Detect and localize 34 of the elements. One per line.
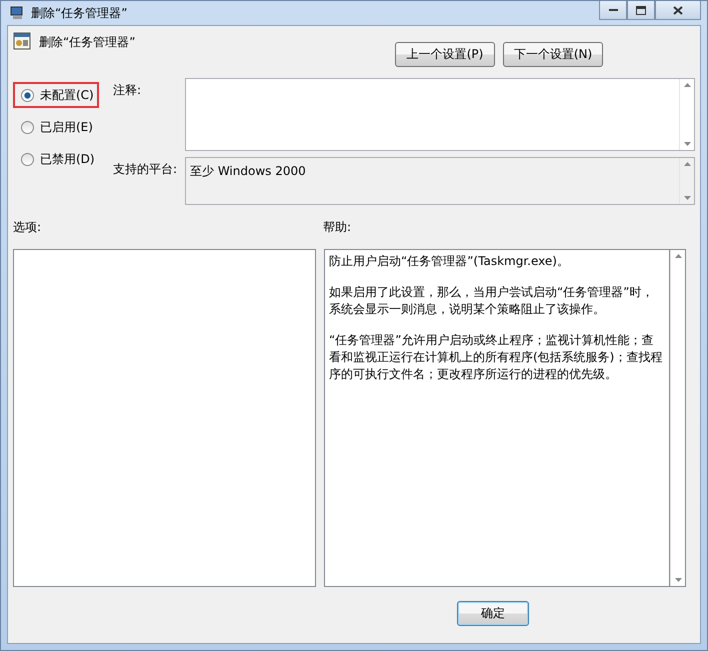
policy-icon [13,32,31,50]
platform-text: 至少 Windows 2000 [189,163,307,180]
radio-option[interactable]: 已禁用(D) [13,146,99,172]
help-paragraph: 如果启用了此设置，那么，当用户尝试启动“任务管理器”时，系统会显示一则消息，说明某个策略阻止了该操作。 [329,284,654,318]
close-icon [673,6,683,14]
help-paragraph: “任务管理器”允许用户启动或终止程序；监视计算机性能；查看和监视正运行在计算机上的所有程序(包括系统服务)；查找程序的可执行文件名；更改程序所运行的进程的优先级。 [329,332,664,383]
scroll-up-icon[interactable] [684,162,690,166]
close-button[interactable] [655,1,701,20]
radio-button[interactable] [21,88,34,102]
radio-option[interactable]: 已启用(E) [13,114,99,140]
minimize-icon [608,8,618,12]
maximize-icon [636,6,646,14]
computer-icon [9,5,25,21]
scroll-down-icon[interactable] [674,578,682,582]
ok-button[interactable]: 确定 [457,601,529,626]
radio-button[interactable] [21,120,34,134]
radio-button[interactable] [21,152,34,166]
help-paragraph: 防止用户启动“任务管理器”(Taskmgr.exe)。 [329,253,570,270]
scroll-down-icon[interactable] [684,142,690,146]
setting-title: 删除“任务管理器” [39,34,136,51]
help-label: 帮助: [323,219,352,236]
minimize-button[interactable] [599,1,627,20]
options-label: 选项: [13,219,42,236]
maximize-button[interactable] [627,1,655,20]
scroll-down-icon[interactable] [684,196,690,200]
scroll-up-icon[interactable] [684,83,690,87]
previous-setting-button[interactable]: 上一个设置(P) [395,42,495,67]
comment-field[interactable] [185,78,695,151]
next-setting-button[interactable]: 下一个设置(N) [503,42,603,67]
scroll-up-icon[interactable] [674,254,682,258]
comment-label: 注释: [113,82,142,99]
window-title: 删除“任务管理器” [31,4,128,22]
platform-label: 支持的平台: [113,161,178,178]
radio-option[interactable]: 未配置(C) [13,82,99,108]
